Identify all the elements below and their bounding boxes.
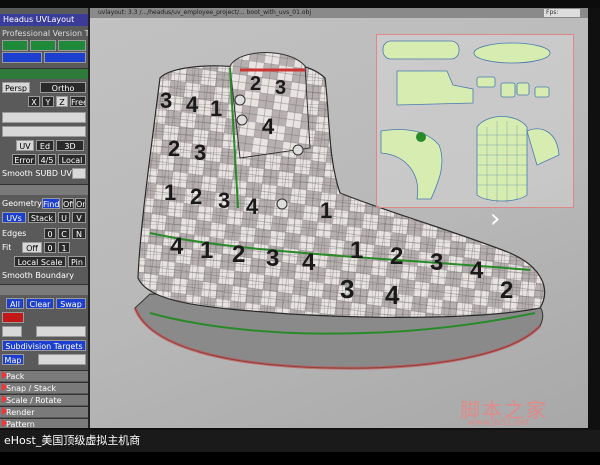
edges-n-button[interactable]: N [72, 228, 86, 239]
section-bar-3[interactable] [0, 284, 88, 295]
u-button[interactable]: U [58, 212, 70, 223]
on-button[interactable]: On [75, 198, 86, 209]
checker-num: 3 [160, 88, 172, 113]
value-field[interactable] [2, 326, 22, 337]
pack-section[interactable]: Pack [0, 370, 88, 381]
value-field-2[interactable] [36, 326, 86, 337]
checker-num: 4 [186, 92, 199, 117]
checker-num: 2 [232, 241, 245, 268]
stack-button[interactable]: Stack [28, 212, 56, 223]
checker-num: 2 [500, 277, 513, 304]
panel-subtitle: Professional Version Trial [2, 29, 89, 38]
3d-viewport[interactable]: uvlayout: 3.3 /.../headus/uv_employee_pr… [90, 8, 588, 428]
mode-button-2[interactable] [30, 40, 56, 51]
watermark-url: www.jb51.net [468, 418, 530, 428]
red-toggle-button[interactable] [2, 312, 24, 323]
tool-panel: Headus UVLayout Professional Version Tri… [0, 8, 90, 428]
pattern-arrow-icon [2, 419, 7, 427]
top-strip [0, 0, 600, 8]
panel-title: Headus UVLayout [0, 14, 88, 26]
persp-button[interactable]: Persp [2, 82, 30, 93]
checker-num: 3 [218, 188, 230, 213]
checker-num: 3 [266, 245, 279, 272]
free-button[interactable]: Free [70, 96, 86, 107]
checker-num: 4 [246, 194, 259, 219]
checker-num: 1 [200, 237, 213, 264]
uv-shells [380, 40, 560, 203]
checker-num: 4 [170, 233, 184, 260]
bottom-strip [0, 452, 600, 465]
checker-num: 4 [470, 257, 484, 284]
pack-arrow-icon [2, 371, 7, 379]
checker-num: 2 [168, 136, 180, 161]
smooth-boundary-label: Smooth Boundary [2, 271, 74, 280]
checker-num: 1 [320, 198, 332, 223]
local-button[interactable]: Local [58, 154, 86, 165]
checker-num: 4 [385, 280, 400, 310]
smooth-subd-label: Smooth SUBD UVs [2, 169, 77, 178]
ratio-button[interactable]: 4/5 [38, 154, 56, 165]
fit-label: Fit [2, 243, 12, 252]
swap-button[interactable]: Swap [56, 298, 86, 309]
error-button[interactable]: Error [12, 154, 36, 165]
checker-num: 1 [164, 180, 176, 205]
edges-c-button[interactable]: C [58, 228, 70, 239]
mode-button-1[interactable] [2, 40, 28, 51]
checker-num: 4 [302, 249, 316, 276]
3d-button[interactable]: 3D [56, 140, 84, 151]
checker-num: 1 [350, 237, 363, 264]
chevron-right-icon[interactable]: › [490, 206, 500, 232]
z-axis-button[interactable]: Z [56, 96, 68, 107]
map-value-field[interactable] [38, 354, 86, 365]
mode-button-3[interactable] [58, 40, 86, 51]
geometry-label: Geometry [2, 199, 42, 208]
snap-stack-section[interactable]: Snap / Stack [0, 382, 88, 393]
section-bar-2[interactable] [0, 184, 88, 195]
pattern-section[interactable]: Pattern [0, 418, 88, 428]
edges-label: Edges [2, 229, 27, 238]
slider-2[interactable] [2, 126, 86, 137]
slider-1[interactable] [2, 112, 86, 123]
fit-1-button[interactable]: 1 [58, 242, 70, 253]
checker-num: 3 [194, 140, 206, 165]
scale-arrow-icon [2, 395, 7, 403]
checker-num: 4 [262, 114, 275, 139]
local-scale-button[interactable]: Local Scale [14, 256, 66, 267]
render-section[interactable]: Render [0, 406, 88, 417]
smooth-subd-toggle[interactable] [72, 168, 86, 179]
checker-num: 2 [390, 243, 403, 270]
scale-rotate-section[interactable]: Scale / Rotate [0, 394, 88, 405]
y-axis-button[interactable]: Y [42, 96, 54, 107]
ortho-button[interactable]: Ortho [40, 82, 86, 93]
uv-map-panel[interactable] [376, 34, 574, 208]
subdivision-targets-button[interactable]: Subdivision Targets [2, 340, 86, 351]
fit-off-button[interactable]: Off [22, 242, 42, 253]
uvs-button[interactable]: UVs [2, 212, 26, 223]
all-button[interactable]: All [6, 298, 24, 309]
app-frame: Headus UVLayout Professional Version Tri… [0, 0, 600, 465]
off-button[interactable]: Off [62, 198, 74, 209]
mode-button-5[interactable] [44, 52, 86, 63]
map-button[interactable]: Map [2, 354, 24, 365]
edges-0-button[interactable]: 0 [44, 228, 56, 239]
ed-button[interactable]: Ed [36, 140, 54, 151]
mode-button-4[interactable] [2, 52, 42, 63]
caption-bar: eHost_美国顶级虚拟主机商 [0, 430, 600, 452]
pin-button[interactable]: Pin [68, 256, 86, 267]
checker-num: 2 [250, 73, 261, 95]
find-button[interactable]: Find [42, 198, 60, 209]
checker-num: 2 [190, 184, 202, 209]
clear-button[interactable]: Clear [26, 298, 54, 309]
checker-num: 3 [340, 274, 354, 304]
render-arrow-icon [2, 407, 7, 415]
checker-num: 1 [210, 96, 222, 121]
checker-num: 3 [430, 249, 443, 276]
fit-0-button[interactable]: 0 [44, 242, 56, 253]
uv-button[interactable]: UV [16, 140, 34, 151]
snap-arrow-icon [2, 383, 7, 391]
checker-num: 3 [275, 77, 286, 99]
x-axis-button[interactable]: X [28, 96, 40, 107]
v-button[interactable]: V [72, 212, 86, 223]
section-bar-1[interactable] [0, 68, 88, 79]
